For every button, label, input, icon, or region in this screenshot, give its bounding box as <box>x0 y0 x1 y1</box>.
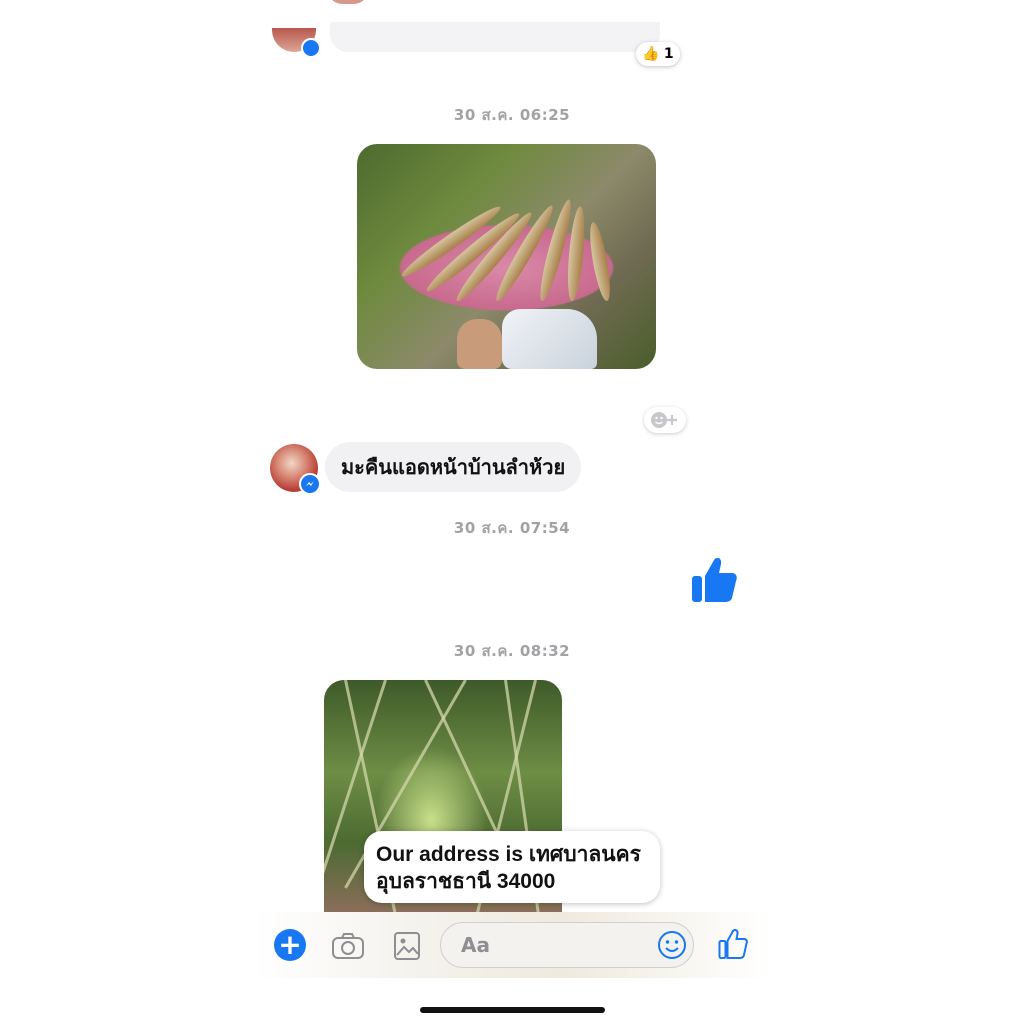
photo-icon[interactable] <box>390 929 424 963</box>
timestamp: 30 ส.ค. 06:25 <box>453 106 571 124</box>
address-line-1: Our address is เทศบาลนคร <box>376 843 641 866</box>
fish-shape <box>586 220 614 303</box>
thumbs-up-emoji: 👍 <box>642 46 660 62</box>
emoji-icon[interactable] <box>657 930 687 960</box>
message-input-placeholder: Aa <box>461 933 490 957</box>
address-overlay: Our address is เทศบาลนคร อุบลราชธานี 340… <box>364 831 660 903</box>
hand <box>457 319 502 369</box>
messenger-icon <box>299 473 321 495</box>
messenger-icon <box>301 38 321 58</box>
timestamp: 30 ส.ค. 08:32 <box>453 642 571 660</box>
reaction-count: 1 <box>663 46 674 62</box>
plus-icon[interactable]: + <box>274 929 306 961</box>
thumbs-up-icon[interactable] <box>690 556 738 606</box>
home-indicator[interactable] <box>420 1007 605 1013</box>
thumbs-up-icon[interactable] <box>718 928 748 960</box>
photo-message-fish[interactable] <box>357 144 656 369</box>
message-text: มะคืนแอดหน้าบ้านลำห้วย <box>341 455 566 479</box>
message-bubble-partial[interactable] <box>330 22 660 52</box>
avatar-partial <box>328 0 368 4</box>
address-line-2: อุบลราชธานี 34000 <box>376 870 556 893</box>
add-reaction-icon[interactable] <box>644 407 686 433</box>
incoming-message-bubble[interactable]: มะคืนแอดหน้าบ้านลำห้วย <box>325 442 582 492</box>
timestamp: 30 ส.ค. 07:54 <box>453 519 571 537</box>
message-input[interactable]: Aa <box>440 922 694 968</box>
camera-icon[interactable] <box>331 929 365 963</box>
cloth <box>502 309 597 369</box>
reaction-pill[interactable]: 👍 1 <box>636 42 680 66</box>
